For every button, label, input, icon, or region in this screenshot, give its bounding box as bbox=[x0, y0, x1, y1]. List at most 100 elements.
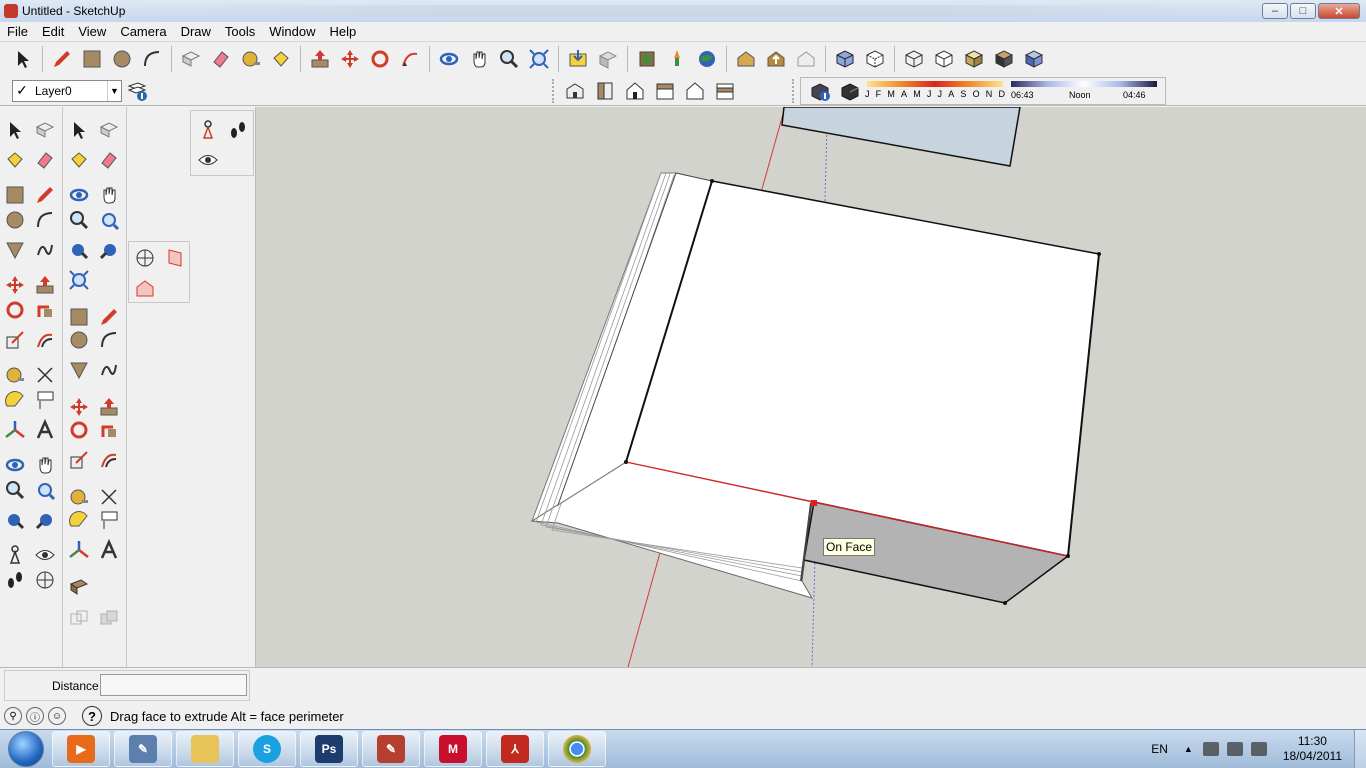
position-camera-icon[interactable] bbox=[195, 117, 221, 143]
taskbar-app-media-player[interactable]: ▶ bbox=[52, 731, 110, 767]
polygon-tool-icon[interactable] bbox=[1, 236, 29, 264]
back-edges-style-icon[interactable] bbox=[862, 46, 888, 72]
warehouse-upload-icon[interactable] bbox=[763, 46, 789, 72]
front-view-icon[interactable] bbox=[622, 78, 648, 104]
start-button[interactable] bbox=[8, 731, 44, 767]
display-section-cuts-icon[interactable] bbox=[132, 275, 158, 301]
select-tool-icon[interactable] bbox=[1, 116, 29, 144]
clock[interactable]: 11:30 18/04/2011 bbox=[1283, 734, 1342, 764]
eraser-tool-icon[interactable] bbox=[95, 146, 123, 174]
zoom-window-icon[interactable] bbox=[95, 206, 123, 234]
follow-me-icon[interactable] bbox=[95, 416, 123, 444]
device-icon[interactable] bbox=[1202, 742, 1219, 756]
position-camera-icon[interactable] bbox=[1, 541, 29, 569]
show-hidden-icons-icon[interactable]: ▲ bbox=[1184, 744, 1193, 754]
orbit-tool-icon[interactable] bbox=[1, 451, 29, 479]
protractor-tool-icon[interactable] bbox=[65, 506, 93, 534]
move-tool-icon[interactable] bbox=[337, 46, 363, 72]
orbit-tool-icon[interactable] bbox=[436, 46, 462, 72]
push-pull-icon[interactable] bbox=[307, 46, 333, 72]
arc-tool-icon[interactable] bbox=[95, 326, 123, 354]
orbit-tool-icon[interactable] bbox=[65, 181, 93, 209]
circle-tool-icon[interactable] bbox=[65, 326, 93, 354]
next-view-icon[interactable] bbox=[31, 506, 59, 534]
tape-measure-icon[interactable] bbox=[1, 361, 29, 389]
freehand-tool-icon[interactable] bbox=[31, 236, 59, 264]
pan-tool-icon[interactable] bbox=[466, 46, 492, 72]
pan-tool-icon[interactable] bbox=[31, 451, 59, 479]
text-tool-icon[interactable] bbox=[95, 506, 123, 534]
scale-tool-icon[interactable] bbox=[65, 446, 93, 474]
section-plane-icon[interactable] bbox=[31, 566, 59, 594]
layer-dropdown[interactable]: ✓ Layer0 ▼ bbox=[12, 79, 122, 102]
monochrome-style-icon[interactable] bbox=[1021, 46, 1047, 72]
chevron-down-icon[interactable]: ▼ bbox=[107, 80, 121, 101]
views-toolbar-grip[interactable] bbox=[552, 78, 556, 103]
intersect-icon[interactable] bbox=[65, 605, 93, 633]
push-pull-icon[interactable] bbox=[31, 271, 59, 299]
background-object[interactable] bbox=[781, 107, 1021, 167]
shaded-style-icon[interactable] bbox=[961, 46, 987, 72]
taskbar-app-sketch-tool[interactable]: ✎ bbox=[114, 731, 172, 767]
measurements-input[interactable] bbox=[100, 674, 247, 696]
zoom-extents-icon[interactable] bbox=[65, 266, 93, 294]
close-button[interactable]: ✕ bbox=[1318, 3, 1360, 19]
arc-tool-icon[interactable] bbox=[31, 206, 59, 234]
make-component-icon[interactable] bbox=[31, 116, 59, 144]
paint-bucket-icon[interactable] bbox=[1, 146, 29, 174]
minimize-button[interactable]: – bbox=[1262, 3, 1288, 19]
move-tool-icon[interactable] bbox=[1, 271, 29, 299]
taskbar-app-mcafee[interactable]: M bbox=[424, 731, 482, 767]
time-slider-track[interactable] bbox=[1011, 80, 1157, 87]
rotate-tool-icon[interactable] bbox=[65, 416, 93, 444]
warehouse-download-icon[interactable] bbox=[733, 46, 759, 72]
display-shadows-icon[interactable] bbox=[837, 78, 863, 104]
eraser-tool-icon[interactable] bbox=[31, 146, 59, 174]
text-tool-icon[interactable] bbox=[31, 386, 59, 414]
share-model-icon[interactable] bbox=[595, 46, 621, 72]
layer-manager-icon[interactable] bbox=[124, 78, 150, 104]
previous-view-icon[interactable] bbox=[1, 506, 29, 534]
menu-camera[interactable]: Camera bbox=[113, 24, 173, 39]
xray-style-icon[interactable] bbox=[832, 46, 858, 72]
network-signal-icon[interactable] bbox=[1226, 742, 1243, 756]
help-icon[interactable]: ? bbox=[82, 706, 102, 726]
look-around-icon[interactable] bbox=[195, 147, 221, 173]
taskbar-app-photoshop[interactable]: Ps bbox=[300, 731, 358, 767]
offset-tool-icon[interactable] bbox=[31, 326, 59, 354]
left-view-icon[interactable] bbox=[712, 78, 738, 104]
walk-tool-icon[interactable] bbox=[225, 117, 251, 143]
look-around-icon[interactable] bbox=[31, 541, 59, 569]
union-icon[interactable] bbox=[95, 605, 123, 633]
axes-tool-icon[interactable] bbox=[1, 416, 29, 444]
zoom-tool-icon[interactable] bbox=[65, 206, 93, 234]
scale-tool-icon[interactable] bbox=[1, 326, 29, 354]
menu-edit[interactable]: Edit bbox=[35, 24, 71, 39]
arc-tool-icon[interactable] bbox=[139, 46, 165, 72]
back-view-icon[interactable] bbox=[682, 78, 708, 104]
credits-icon[interactable]: ⓘ bbox=[26, 707, 44, 725]
taskbar-app-explorer[interactable] bbox=[176, 731, 234, 767]
top-view-icon[interactable] bbox=[592, 78, 618, 104]
show-desktop-button[interactable] bbox=[1354, 730, 1366, 768]
walk-tool-icon[interactable] bbox=[1, 566, 29, 594]
select-tool-icon[interactable] bbox=[10, 46, 36, 72]
zoom-extents-icon[interactable] bbox=[526, 46, 552, 72]
previous-view-icon[interactable] bbox=[65, 236, 93, 264]
right-view-icon[interactable] bbox=[652, 78, 678, 104]
taskbar-app-skype[interactable]: S bbox=[238, 731, 296, 767]
rectangle-tool-icon[interactable] bbox=[1, 181, 29, 209]
volume-icon[interactable] bbox=[1250, 742, 1267, 756]
model-scene[interactable] bbox=[256, 107, 1366, 667]
offset-tool-icon[interactable] bbox=[95, 446, 123, 474]
zoom-tool-icon[interactable] bbox=[1, 476, 29, 504]
time-slider[interactable]: 06:43 Noon 04:46 bbox=[1009, 79, 1159, 103]
date-slider-track[interactable] bbox=[867, 80, 1003, 87]
rotate-tool-icon[interactable] bbox=[367, 46, 393, 72]
paint-bucket-icon[interactable] bbox=[268, 46, 294, 72]
outer-shell-icon[interactable] bbox=[65, 573, 93, 601]
google-earth-place-icon[interactable] bbox=[664, 46, 690, 72]
pencil-tool-icon[interactable] bbox=[31, 181, 59, 209]
3d-text-tool-icon[interactable] bbox=[95, 536, 123, 564]
user-icon[interactable]: ☺ bbox=[48, 707, 66, 725]
